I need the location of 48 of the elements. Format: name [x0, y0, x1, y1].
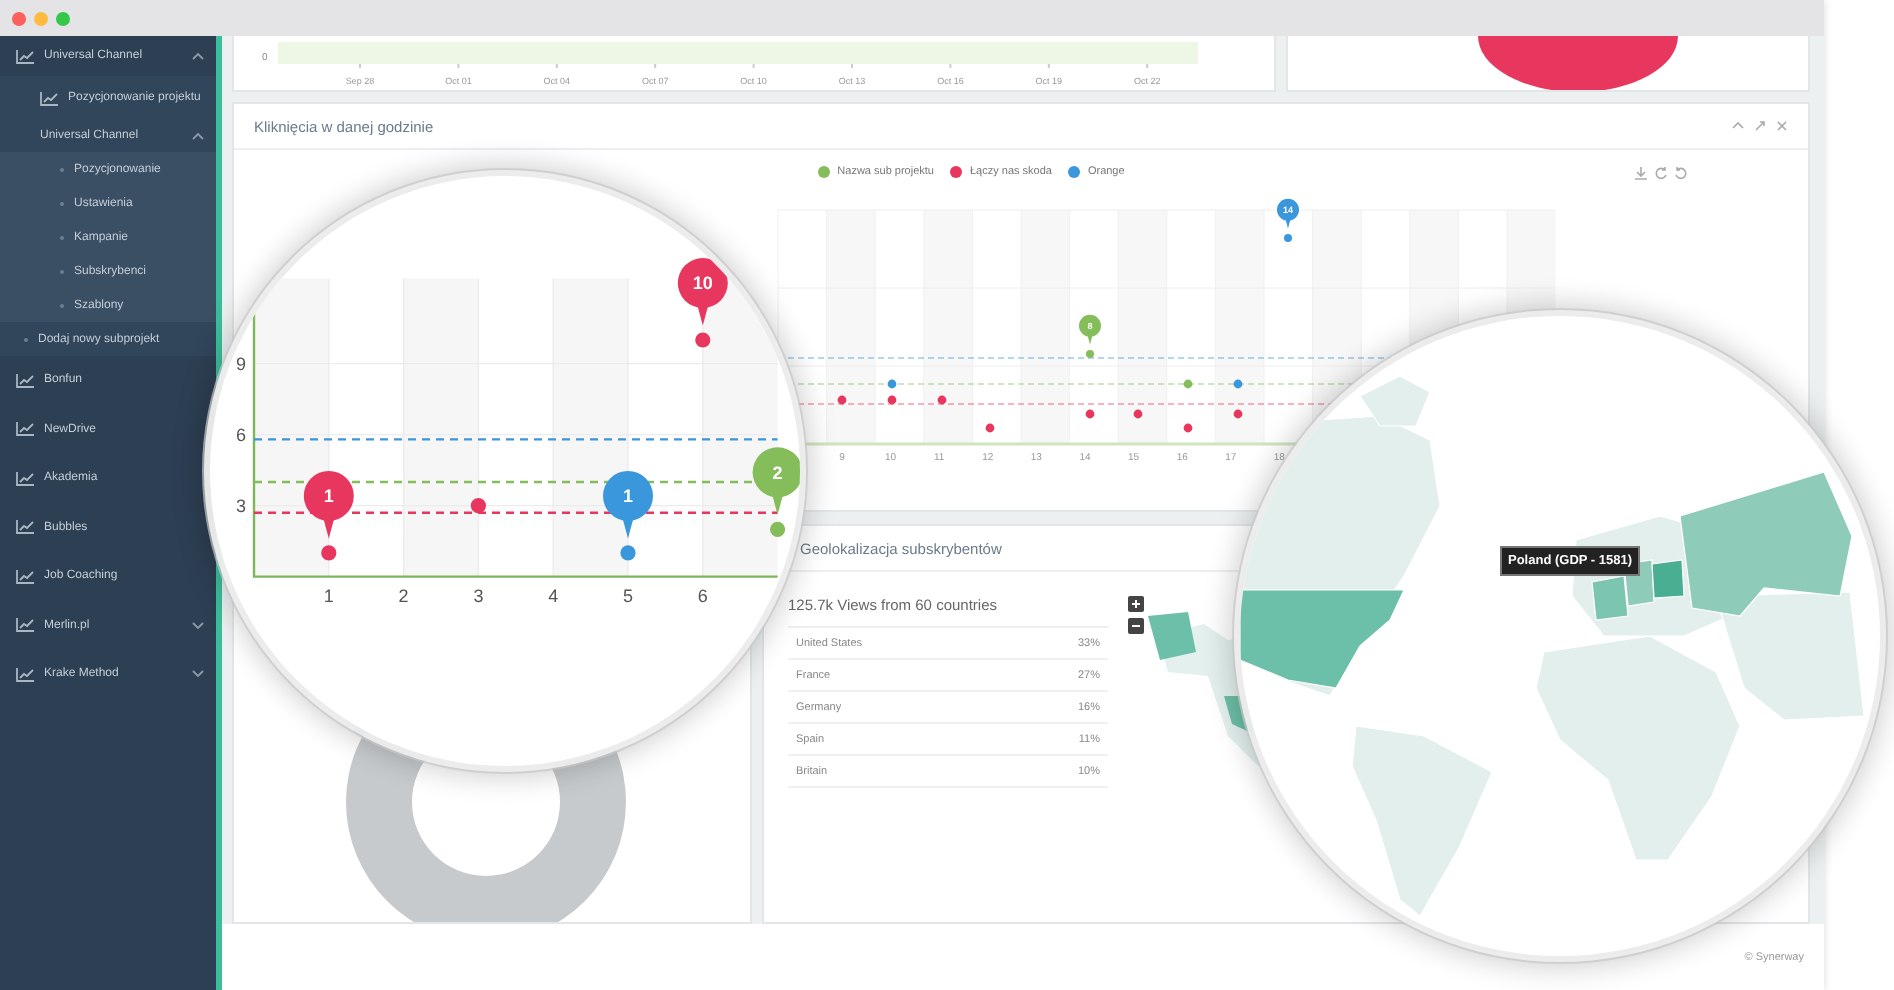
map-pin: 1 — [603, 470, 653, 539]
data-point — [887, 395, 897, 405]
annotation: 2 — [772, 462, 783, 483]
chart-icon — [16, 569, 34, 584]
close-icon[interactable] — [1776, 120, 1788, 132]
refresh-icon[interactable] — [1674, 165, 1688, 179]
axis-label: 4 — [548, 586, 559, 606]
chart-icon — [16, 373, 34, 388]
annotation: 10 — [692, 273, 713, 294]
expand-icon[interactable] — [1754, 120, 1766, 132]
axis-label: 9 — [235, 353, 246, 374]
data-point — [1133, 409, 1143, 419]
data-point — [1233, 409, 1243, 419]
axis-label: 5 — [623, 586, 633, 606]
axis-label: 3 — [235, 495, 246, 516]
axis-label: 1 — [323, 586, 334, 606]
chart-icon — [16, 49, 34, 63]
collapse-icon[interactable] — [1732, 120, 1744, 132]
minimize-dot-icon[interactable] — [34, 11, 48, 25]
chart-icon — [40, 91, 58, 105]
chart-icon — [16, 520, 34, 535]
data-point — [937, 395, 947, 405]
maximize-dot-icon[interactable] — [56, 11, 70, 25]
zoom-out-icon[interactable] — [1128, 618, 1144, 634]
data-point — [837, 395, 847, 405]
refresh-icon[interactable] — [1654, 165, 1668, 179]
data-point — [887, 379, 897, 389]
annotation: 1 — [622, 486, 634, 507]
zoom-in-icon[interactable] — [1128, 596, 1144, 612]
download-icon[interactable] — [1634, 165, 1648, 179]
data-point — [985, 423, 995, 433]
chart-icon — [16, 667, 34, 682]
data-point — [1183, 379, 1193, 389]
map-pin: 2 — [752, 447, 800, 515]
data-point — [1183, 423, 1193, 433]
axis-label: 2 — [398, 586, 409, 606]
map-pin: 1 — [303, 470, 354, 539]
chart-icon — [16, 618, 34, 633]
chart-icon — [16, 471, 34, 486]
map-pin: 10 — [677, 258, 728, 326]
chart-icon — [16, 422, 34, 437]
annotation: 1 — [323, 486, 334, 507]
close-dot-icon[interactable] — [12, 11, 26, 25]
axis-label: 6 — [235, 424, 246, 445]
data-point — [1085, 409, 1095, 419]
axis-label: 3 — [473, 586, 484, 606]
data-point — [1233, 379, 1243, 389]
axis-label: 6 — [697, 586, 708, 606]
